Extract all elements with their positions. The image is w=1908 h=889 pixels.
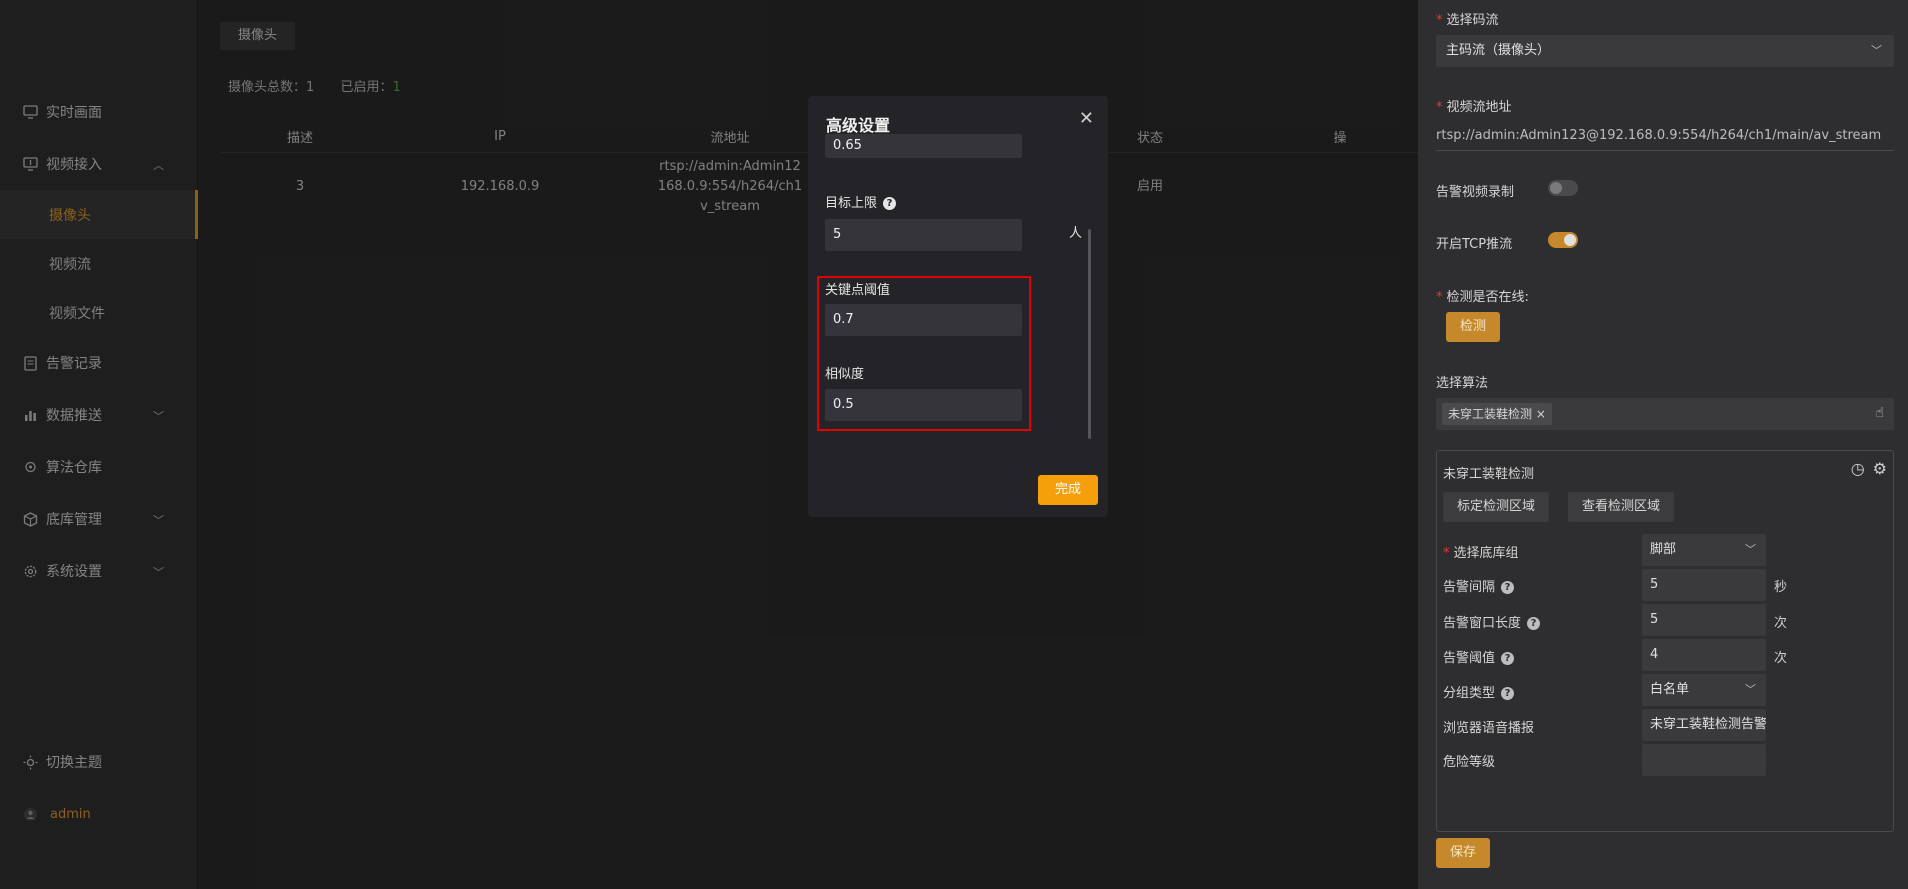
danger-level-label: 危险等级 — [1443, 755, 1496, 770]
danger-level-input[interactable] — [1642, 744, 1766, 776]
top-value-input[interactable]: 0.65 — [825, 134, 1022, 158]
tcp-toggle[interactable] — [1548, 232, 1578, 248]
threshold-label-text: 告警阈值 — [1443, 651, 1496, 666]
library-group-label: * 选择底库组 — [1443, 542, 1519, 561]
keypoint-threshold-label: 关键点阈值 — [825, 283, 891, 298]
stream-select-value: 主码流（摄像头） — [1446, 43, 1551, 58]
window-unit: 次 — [1774, 616, 1788, 631]
target-limit-label: 目标上限? — [825, 192, 897, 211]
app-root: 实时画面 视频接入 ︿ 摄像头 视频流 视频文件 告警记录 数据推送 ﹀ 算法仓… — [0, 0, 1908, 889]
similarity-input[interactable]: 0.5 — [825, 389, 1022, 421]
chevron-down-icon: ﹀ — [1871, 44, 1882, 57]
library-group-value: 脚部 — [1650, 542, 1677, 557]
window-label: 告警窗口长度? — [1443, 612, 1541, 631]
stream-url-label: * 视频流地址 — [1436, 96, 1512, 115]
group-type-label: 分组类型? — [1443, 682, 1515, 701]
modal-title: 高级设置 — [826, 116, 891, 135]
window-input[interactable]: 5 — [1642, 604, 1766, 636]
help-icon[interactable]: ? — [1501, 687, 1515, 700]
interval-unit: 秒 — [1774, 580, 1788, 595]
threshold-input[interactable]: 4 — [1642, 639, 1766, 671]
camera-config-panel: * 选择码流 主码流（摄像头） ﹀ * 视频流地址 rtsp://admin:Adm… — [1418, 0, 1908, 889]
chevron-down-icon: ﹀ — [1745, 543, 1756, 556]
hand-pointer-icon[interactable]: ☝ — [1875, 405, 1884, 421]
target-limit-input[interactable]: 5 — [825, 219, 1022, 251]
stream-select[interactable]: 主码流（摄像头） ﹀ — [1436, 35, 1894, 67]
target-limit-label-text: 目标上限 — [825, 196, 878, 211]
similarity-label: 相似度 — [825, 367, 865, 382]
keypoint-threshold-input[interactable]: 0.7 — [825, 304, 1022, 336]
algo-tag-label: 未穿工装鞋检测 — [1448, 407, 1533, 421]
advanced-settings-modal: 高级设置 ✕ 0.65 目标上限? 5 人 关键点阈值 0.7 相似度 0.5 … — [808, 96, 1108, 517]
required-mark: * — [1443, 546, 1450, 561]
algo-config-card: 未穿工装鞋检测 ◷ ⚙ 标定检测区域 查看检测区域 * 选择底库组 脚部 ﹀ 告警间隔… — [1436, 450, 1894, 832]
stream-select-label-text: 选择码流 — [1446, 13, 1499, 28]
alarm-record-label: 告警视频录制 — [1436, 185, 1515, 200]
threshold-label: 告警阈值? — [1443, 647, 1515, 666]
help-icon[interactable]: ? — [1501, 652, 1515, 665]
library-group-label-text: 选择底库组 — [1453, 546, 1519, 561]
required-mark: * — [1436, 13, 1443, 28]
threshold-unit: 次 — [1774, 651, 1788, 666]
voice-input[interactable]: 未穿工装鞋检测告警 — [1642, 709, 1766, 741]
close-icon[interactable]: ✕ — [1079, 108, 1094, 129]
group-type-label-text: 分组类型 — [1443, 686, 1496, 701]
group-type-select[interactable]: 白名单 ﹀ — [1642, 674, 1766, 706]
help-icon[interactable]: ? — [883, 197, 897, 210]
interval-label-text: 告警间隔 — [1443, 580, 1496, 595]
interval-input[interactable]: 5 — [1642, 569, 1766, 601]
chevron-down-icon: ﹀ — [1745, 683, 1756, 696]
modal-scrollbar[interactable] — [1088, 229, 1091, 439]
card-actions: ◷ ⚙ — [1843, 459, 1887, 478]
algo-select[interactable]: 未穿工装鞋检测 × ☝ — [1436, 398, 1894, 430]
group-type-value: 白名单 — [1650, 682, 1690, 697]
online-check-label-text: 检测是否在线: — [1446, 290, 1529, 305]
algo-card-title: 未穿工装鞋检测 — [1443, 467, 1535, 482]
done-button[interactable]: 完成 — [1038, 475, 1098, 505]
help-icon[interactable]: ? — [1527, 617, 1541, 630]
tcp-label: 开启TCP推流 — [1436, 237, 1513, 252]
library-group-select[interactable]: 脚部 ﹀ — [1642, 534, 1766, 566]
stream-url-input[interactable]: rtsp://admin:Admin123@192.168.0.9:554/h2… — [1436, 121, 1894, 151]
required-mark: * — [1436, 100, 1443, 115]
toggle-knob — [1550, 182, 1562, 194]
required-mark: * — [1436, 290, 1443, 305]
view-area-button[interactable]: 查看检测区域 — [1568, 492, 1675, 522]
gear-icon[interactable]: ⚙ — [1873, 459, 1887, 478]
detect-button[interactable]: 检测 — [1446, 312, 1501, 342]
modal-overlay[interactable] — [0, 0, 1418, 889]
interval-label: 告警间隔? — [1443, 576, 1515, 595]
stream-select-label: * 选择码流 — [1436, 9, 1499, 28]
clock-icon[interactable]: ◷ — [1851, 459, 1865, 478]
alarm-record-toggle[interactable] — [1548, 180, 1578, 196]
close-icon[interactable]: × — [1536, 407, 1546, 421]
save-button[interactable]: 保存 — [1436, 838, 1491, 868]
online-check-label: * 检测是否在线: — [1436, 286, 1529, 305]
algo-select-label: 选择算法 — [1436, 376, 1489, 391]
target-limit-unit: 人 — [1069, 226, 1083, 241]
voice-label: 浏览器语音播报 — [1443, 721, 1535, 736]
mark-area-button[interactable]: 标定检测区域 — [1443, 492, 1550, 522]
help-icon[interactable]: ? — [1501, 581, 1515, 594]
window-label-text: 告警窗口长度 — [1443, 616, 1522, 631]
algo-tag: 未穿工装鞋检测 × — [1442, 403, 1552, 425]
stream-url-label-text: 视频流地址 — [1446, 100, 1512, 115]
toggle-knob — [1564, 234, 1576, 246]
